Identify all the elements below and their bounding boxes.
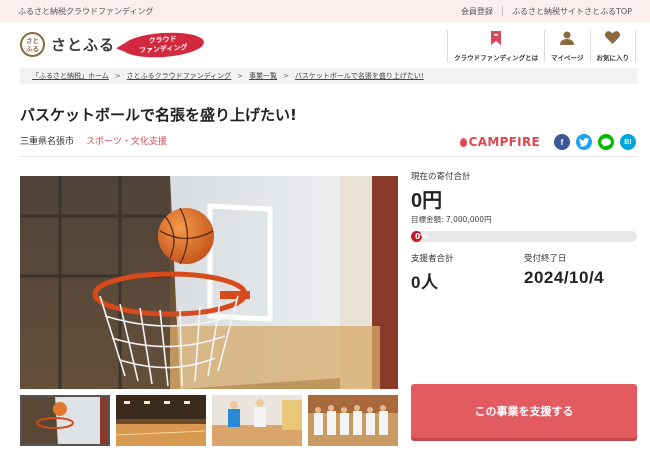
logo-mark: さと ふる bbox=[20, 32, 45, 57]
svg-text:さと: さと bbox=[26, 37, 39, 45]
thumbnail-4[interactable] bbox=[308, 395, 398, 446]
supporters-value: 0人 bbox=[411, 273, 439, 292]
header-nav: クラウドファンディングとは マイページ お気に入り bbox=[447, 30, 636, 62]
breadcrumb-projects[interactable]: 事業一覧 bbox=[249, 71, 277, 81]
deadline-stat: 受付終了日 2024/10/4 bbox=[524, 252, 637, 293]
crowdfunding-badge: クラウド ファンディング bbox=[121, 30, 205, 60]
facebook-icon[interactable]: f bbox=[554, 134, 570, 150]
divider bbox=[20, 156, 637, 157]
flame-icon bbox=[459, 137, 467, 147]
support-project-button[interactable]: この事業を支援する bbox=[411, 384, 637, 438]
funding-panel: 現在の寄付合計 0円 目標金額: 7,000,000円 0% 支援者合計 0人 … bbox=[411, 170, 637, 293]
image-thumbnails bbox=[20, 395, 398, 446]
heart-icon bbox=[605, 30, 621, 45]
supporters-label: 支援者合計 bbox=[411, 254, 454, 264]
user-icon bbox=[559, 30, 575, 45]
line-icon[interactable] bbox=[598, 134, 614, 150]
deadline-value: 2024/10/4 bbox=[524, 268, 605, 287]
stats-row: 支援者合計 0人 受付終了日 2024/10/4 bbox=[411, 252, 637, 293]
nav-label: クラウドファンディングとは bbox=[454, 54, 539, 62]
project-main-image bbox=[20, 176, 398, 389]
deadline-label: 受付終了日 bbox=[524, 254, 567, 264]
satofull-top-link[interactable]: ふるさと納税サイトさとふるTOP bbox=[512, 6, 632, 17]
divider bbox=[501, 6, 503, 16]
bookmark-icon bbox=[488, 30, 504, 45]
thumbnail-2[interactable] bbox=[116, 395, 206, 446]
breadcrumb-crowdfunding[interactable]: さとふるクラウドファンディング bbox=[127, 71, 232, 81]
breadcrumb-current[interactable]: バスケットボールで名張を盛り上げたい! bbox=[295, 71, 424, 81]
breadcrumb-separator: > bbox=[237, 72, 244, 80]
goal-amount: 目標金額: 7,000,000円 bbox=[411, 215, 492, 224]
project-meta: 三重県名張市 スポーツ・文化支援 bbox=[20, 134, 167, 147]
progress-percent: 0% bbox=[415, 232, 428, 241]
site-header: さと ふる さとふる クラウド ファンディング クラウドファンディングとは マイ… bbox=[0, 22, 650, 68]
nav-label: マイページ bbox=[551, 54, 584, 62]
logo-emblem-icon: さと ふる bbox=[26, 37, 39, 53]
breadcrumb: 「ふるさと納税」ホーム > さとふるクラウドファンディング > 事業一覧 > バ… bbox=[20, 68, 637, 84]
progress-bar: 0% bbox=[411, 231, 637, 242]
nav-label: お気に入り bbox=[596, 54, 630, 62]
basketball-hoop-photo bbox=[20, 176, 398, 389]
supporters-stat: 支援者合計 0人 bbox=[411, 252, 524, 293]
current-amount-label: 現在の寄付合計 bbox=[411, 172, 471, 182]
svg-text:ふる: ふる bbox=[26, 45, 39, 53]
page-title: バスケットボールで名張を盛り上げたい! bbox=[20, 106, 297, 124]
thumbnail-3[interactable] bbox=[212, 395, 302, 446]
breadcrumb-separator: > bbox=[283, 72, 289, 80]
logo-text: さとふる bbox=[51, 36, 116, 54]
site-tagline: ふるさと納税クラウドファンディング bbox=[18, 6, 154, 16]
share-bar: CAMPFIRE f B! bbox=[459, 134, 636, 150]
top-links: 会員登録 ふるさと納税サイトさとふるTOP bbox=[461, 6, 632, 17]
site-logo[interactable]: さと ふる さとふる bbox=[20, 32, 115, 57]
twitter-icon[interactable] bbox=[576, 134, 592, 150]
register-link[interactable]: 会員登録 bbox=[461, 6, 493, 17]
project-category[interactable]: スポーツ・文化支援 bbox=[86, 134, 167, 147]
top-bar: ふるさと納税クラウドファンディング 会員登録 ふるさと納税サイトさとふるTOP bbox=[0, 0, 650, 22]
project-city: 三重県名張市 bbox=[20, 137, 75, 147]
current-amount: 0円 bbox=[411, 190, 443, 212]
thumbnail-1[interactable] bbox=[20, 395, 110, 446]
breadcrumb-separator: > bbox=[114, 72, 121, 80]
nav-about-crowdfunding[interactable]: クラウドファンディングとは bbox=[447, 30, 544, 62]
breadcrumb-home[interactable]: 「ふるさと納税」ホーム bbox=[32, 71, 109, 81]
hatena-icon[interactable]: B! bbox=[620, 134, 636, 150]
campfire-text: CAMPFIRE bbox=[468, 135, 540, 149]
nav-mypage[interactable]: マイページ bbox=[544, 30, 589, 62]
nav-favorites[interactable]: お気に入り bbox=[589, 30, 636, 62]
campfire-logo[interactable]: CAMPFIRE bbox=[459, 135, 540, 149]
